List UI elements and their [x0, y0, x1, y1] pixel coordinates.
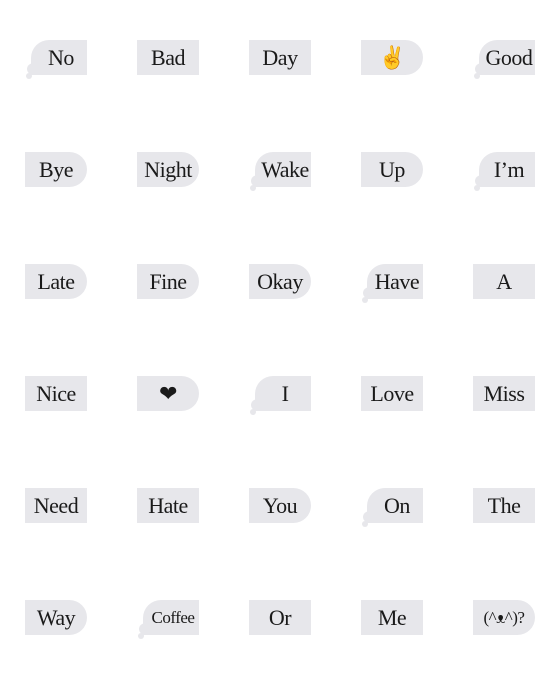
sticker-cell[interactable]: No [0, 1, 112, 113]
sticker-cell[interactable]: Night [112, 113, 224, 225]
sticker-cell[interactable]: Bad [112, 1, 224, 113]
speech-bubble: Coffee [139, 600, 199, 635]
sticker-text: You [262, 492, 298, 518]
sticker-text: Have [374, 268, 420, 294]
sticker-text: ✌ [378, 44, 406, 70]
sticker-text: Day [262, 44, 298, 70]
sticker-cell[interactable]: A [448, 225, 560, 337]
sticker-text: Wake [261, 156, 309, 182]
sticker-cell[interactable]: Up [336, 113, 448, 225]
sticker-text: Bye [39, 156, 73, 182]
sticker-cell[interactable]: Wake [224, 113, 336, 225]
speech-bubble: Way [25, 600, 87, 635]
speech-bubble: Good [475, 40, 535, 75]
speech-bubble: I’m [475, 152, 535, 187]
sticker-cell[interactable]: Hate [112, 449, 224, 561]
speech-bubble: Late [25, 264, 87, 299]
sticker-cell[interactable]: Or [224, 561, 336, 673]
speech-bubble: Night [137, 152, 199, 187]
sticker-text: Okay [257, 268, 303, 294]
speech-bubble: Or [249, 600, 311, 635]
speech-bubble: ❤ [137, 376, 199, 411]
speech-bubble: No [27, 40, 87, 75]
sticker-text: A [496, 268, 512, 294]
sticker-cell[interactable]: Okay [224, 225, 336, 337]
sticker-text: Or [268, 604, 292, 630]
sticker-cell[interactable]: I’m [448, 113, 560, 225]
sticker-cell[interactable]: ✌ [336, 1, 448, 113]
sticker-text: Love [370, 380, 414, 406]
sticker-text: Me [377, 604, 407, 630]
speech-bubble: Need [25, 488, 87, 523]
speech-bubble: On [363, 488, 423, 523]
sticker-text: (^ᴥ^)? [483, 607, 525, 627]
sticker-text: Night [144, 156, 192, 182]
speech-bubble: Bad [137, 40, 199, 75]
sticker-text: I’m [493, 156, 525, 182]
speech-bubble: Day [249, 40, 311, 75]
sticker-text: On [384, 492, 410, 518]
sticker-text: Need [33, 492, 79, 518]
sticker-text: Way [36, 604, 76, 630]
sticker-text: The [487, 492, 521, 518]
speech-bubble: Up [361, 152, 423, 187]
sticker-cell[interactable]: Good [448, 1, 560, 113]
speech-bubble: Fine [137, 264, 199, 299]
sticker-cell[interactable]: Nice [0, 337, 112, 449]
sticker-text: Hate [148, 492, 188, 518]
speech-bubble: Okay [249, 264, 311, 299]
sticker-cell[interactable]: The [448, 449, 560, 561]
sticker-text: Good [485, 44, 533, 70]
sticker-cell[interactable]: Me [336, 561, 448, 673]
speech-bubble: Love [361, 376, 423, 411]
speech-bubble: Have [363, 264, 423, 299]
sticker-text: Miss [483, 380, 525, 406]
sticker-cell[interactable]: Miss [448, 337, 560, 449]
sticker-text: No [48, 44, 74, 70]
speech-bubble: You [249, 488, 311, 523]
speech-bubble: Miss [473, 376, 535, 411]
sticker-cell[interactable]: I [224, 337, 336, 449]
speech-bubble: The [473, 488, 535, 523]
speech-bubble: A [473, 264, 535, 299]
speech-bubble: ✌ [361, 40, 423, 75]
speech-bubble: (^ᴥ^)? [473, 600, 535, 635]
sticker-cell[interactable]: On [336, 449, 448, 561]
sticker-cell[interactable]: ❤ [112, 337, 224, 449]
sticker-text: Coffee [151, 607, 195, 627]
speech-bubble: Wake [251, 152, 311, 187]
sticker-cell[interactable]: (^ᴥ^)? [448, 561, 560, 673]
speech-bubble: Hate [137, 488, 199, 523]
sticker-text: ❤ [159, 380, 177, 406]
sticker-text: Up [379, 156, 405, 182]
sticker-cell[interactable]: Fine [112, 225, 224, 337]
sticker-cell[interactable]: Late [0, 225, 112, 337]
sticker-cell[interactable]: Love [336, 337, 448, 449]
sticker-text: Nice [36, 380, 76, 406]
sticker-text: Late [37, 268, 75, 294]
sticker-text: Bad [151, 44, 185, 70]
sticker-cell[interactable]: Coffee [112, 561, 224, 673]
sticker-cell[interactable]: Way [0, 561, 112, 673]
speech-bubble: Me [361, 600, 423, 635]
sticker-cell[interactable]: Bye [0, 113, 112, 225]
speech-bubble: Bye [25, 152, 87, 187]
sticker-grid: No Bad Day ✌ Good Bye Night Wake Up I’m Late Fine Ok… [0, 1, 560, 673]
speech-bubble: Nice [25, 376, 87, 411]
sticker-text: I [281, 380, 289, 406]
sticker-text: Fine [149, 268, 187, 294]
sticker-cell[interactable]: Have [336, 225, 448, 337]
sticker-cell[interactable]: Need [0, 449, 112, 561]
speech-bubble: I [251, 376, 311, 411]
sticker-cell[interactable]: You [224, 449, 336, 561]
sticker-cell[interactable]: Day [224, 1, 336, 113]
